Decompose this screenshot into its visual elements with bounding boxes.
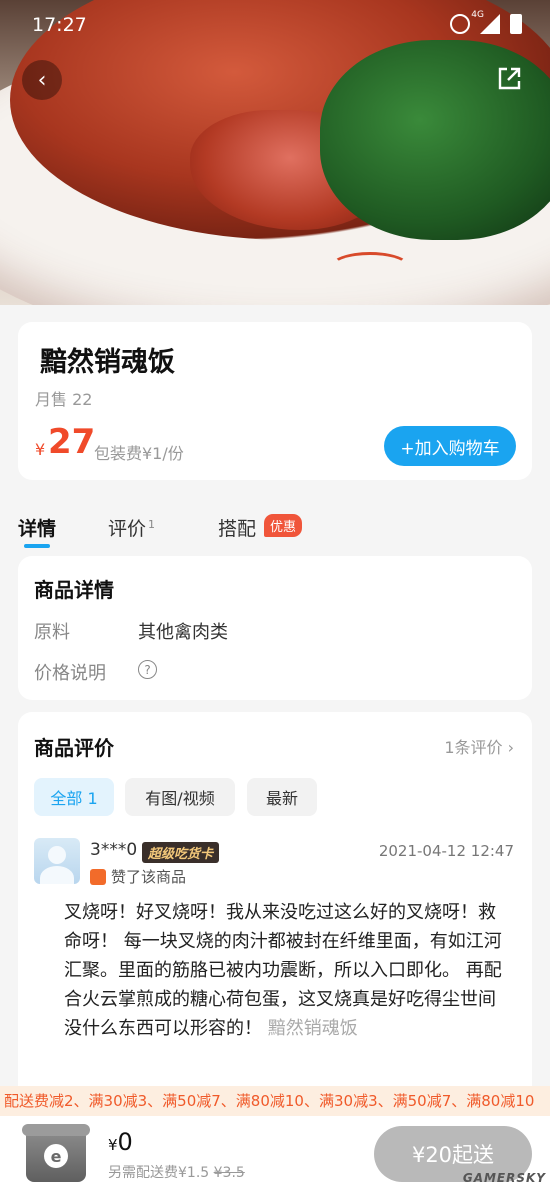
thumbs-up-icon xyxy=(90,868,106,885)
chevron-left-icon: ‹ xyxy=(37,67,47,93)
product-details-card: 商品详情 原料 其他禽肉类 价格说明 ? xyxy=(18,556,532,700)
review-dish-tag[interactable]: 黯然销魂饭 xyxy=(268,1018,358,1039)
tab-review-label: 评价 xyxy=(108,518,147,540)
alarm-icon xyxy=(450,14,470,34)
share-icon xyxy=(498,67,521,90)
review-text: 叉烧呀！好叉烧呀！我从来没吃过这么好的叉烧呀！救命呀！ 每一块叉烧的肉汁都被封在… xyxy=(64,898,504,1043)
product-price: 27 xyxy=(48,422,96,462)
share-button[interactable] xyxy=(496,66,522,92)
avatar-body xyxy=(40,866,74,884)
reviewer-name: 3***0 xyxy=(90,840,138,860)
reviews-title: 商品评价 xyxy=(34,736,114,760)
filter-latest[interactable]: 最新 xyxy=(247,778,317,816)
packaging-fee: 包装费¥1/份 xyxy=(94,444,184,463)
filter-all[interactable]: 全部 1 xyxy=(34,778,114,816)
cart-bar: e ¥0 另需配送费¥1.5 ¥3.5 ¥20起送 GAMERSKY xyxy=(0,1116,550,1191)
bowl-rim-decoration xyxy=(330,252,410,282)
signal-icon xyxy=(480,14,500,34)
liked-product: 赞了该商品 xyxy=(90,866,186,887)
brand-e-icon: e xyxy=(44,1144,68,1168)
avatar[interactable] xyxy=(34,838,80,884)
review-count-label: 1条评价 xyxy=(444,738,503,757)
liked-text: 赞了该商品 xyxy=(111,868,187,886)
chevron-right-icon: › xyxy=(507,738,514,757)
tab-detail[interactable]: 详情 xyxy=(18,514,56,541)
ingredients-value: 其他禽肉类 xyxy=(138,622,228,643)
total-amount: 0 xyxy=(117,1128,133,1156)
status-time: 17:27 xyxy=(32,14,87,36)
cart-total: ¥0 xyxy=(108,1128,133,1156)
price-note-label: 价格说明 xyxy=(34,663,106,684)
monthly-sales: 月售 22 xyxy=(35,390,93,409)
add-to-cart-button[interactable]: +加入购物车 xyxy=(384,426,516,466)
back-button[interactable]: ‹ xyxy=(22,60,62,100)
product-title: 黯然销魂饭 xyxy=(40,347,175,378)
delivery-fee-text: 另需配送费¥1.5 xyxy=(108,1165,214,1181)
combo-discount-badge: 优惠 xyxy=(264,514,303,537)
tab-review[interactable]: 评价 1 xyxy=(108,514,155,541)
details-title: 商品详情 xyxy=(34,578,114,602)
product-tabs: 详情 评价 1 搭配 优惠 xyxy=(0,508,550,548)
avatar-head xyxy=(48,846,66,864)
tab-active-indicator xyxy=(24,544,50,548)
product-reviews-card: 商品评价 1条评价 › 全部 1 有图/视频 最新 3***0 超级吃货卡 20… xyxy=(18,712,532,1132)
ingredients-label: 原料 xyxy=(34,622,70,643)
all-reviews-link[interactable]: 1条评价 › xyxy=(444,734,514,758)
foodie-card-badge: 超级吃货卡 xyxy=(142,842,220,863)
help-icon[interactable]: ? xyxy=(138,660,157,679)
product-info-card: 黯然销魂饭 月售 22 ¥ 27 包装费¥1/份 +加入购物车 xyxy=(18,322,532,480)
battery-icon xyxy=(510,14,522,34)
cart-lid-shape xyxy=(22,1124,90,1136)
tab-review-count: 1 xyxy=(148,517,156,531)
promotion-strip: 配送费减2、满30减3、满50减7、满80减10、满30减3、满50减7、满80… xyxy=(0,1086,550,1116)
status-bar: 17:27 4G xyxy=(0,0,550,52)
filter-photo-video[interactable]: 有图/视频 xyxy=(125,778,235,816)
delivery-fee-original: ¥3.5 xyxy=(213,1165,245,1181)
delivery-fee: 另需配送费¥1.5 ¥3.5 xyxy=(108,1162,245,1182)
total-currency: ¥ xyxy=(108,1136,118,1154)
price-currency: ¥ xyxy=(35,440,46,459)
tab-combo[interactable]: 搭配 xyxy=(218,514,256,541)
review-date: 2021-04-12 12:47 xyxy=(378,842,514,860)
watermark: GAMERSKY xyxy=(462,1171,546,1185)
